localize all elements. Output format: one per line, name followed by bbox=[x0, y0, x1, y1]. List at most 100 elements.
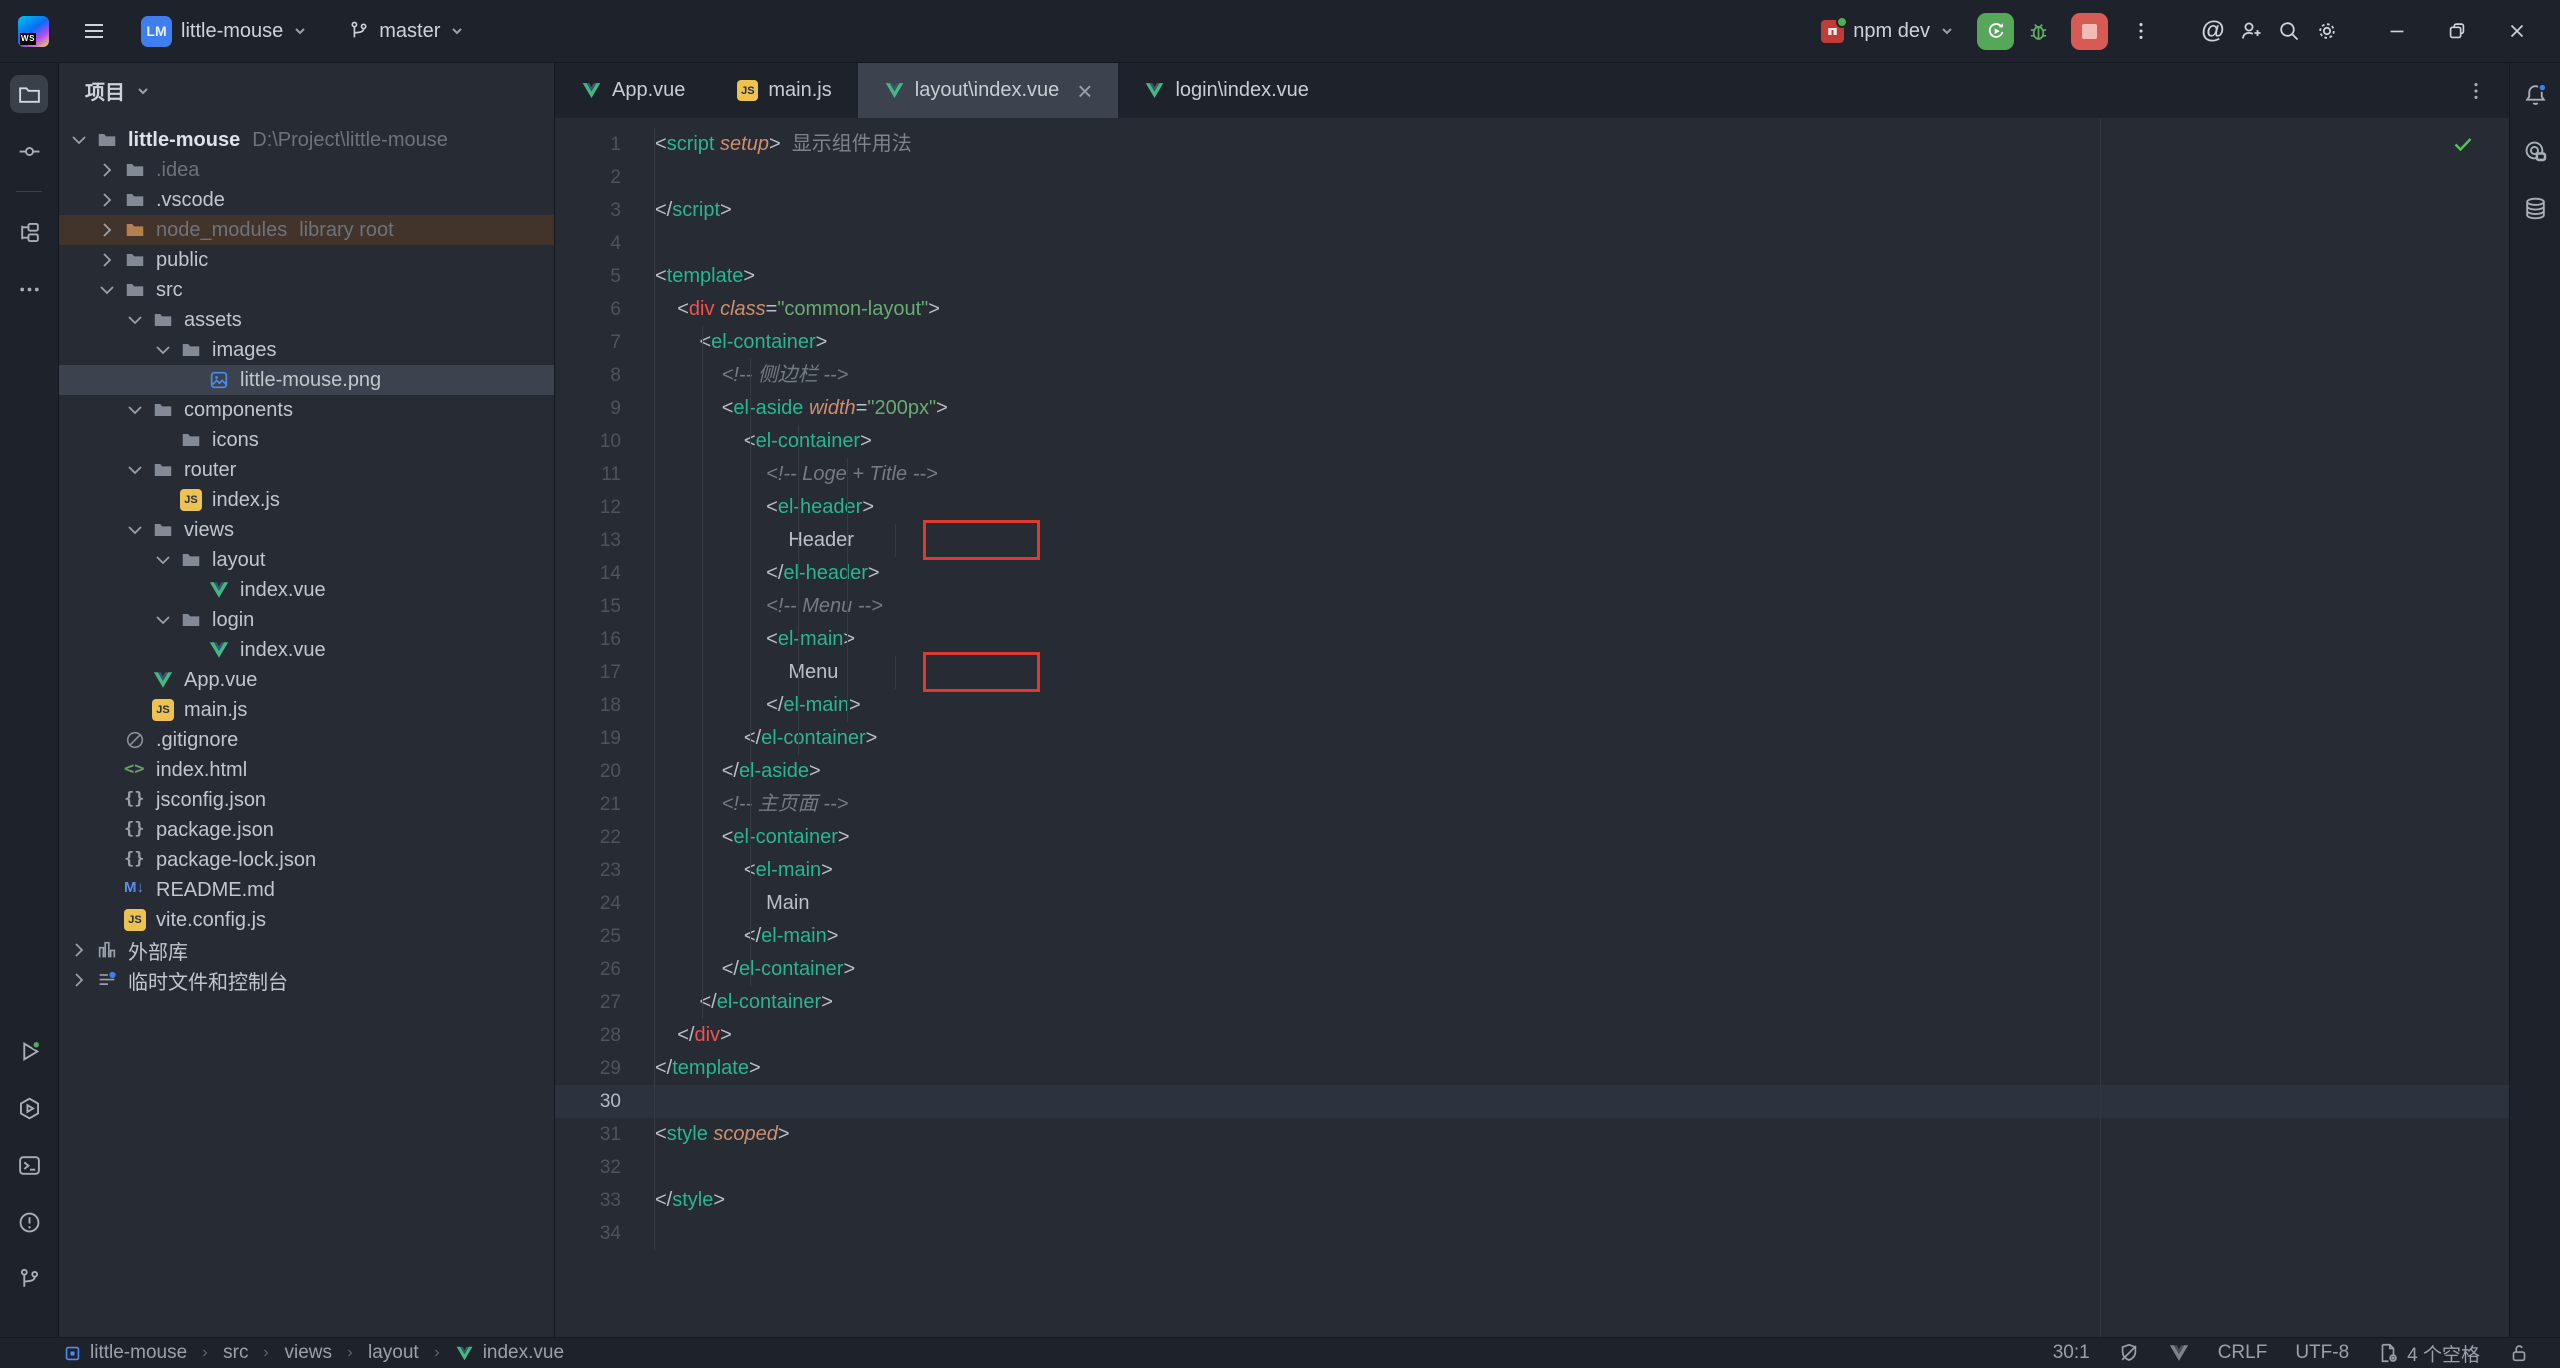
tree-item--[interactable]: 临时文件和控制台 bbox=[59, 965, 554, 995]
close-button[interactable] bbox=[2496, 10, 2538, 52]
ai-assistant-button[interactable]: @ bbox=[2194, 12, 2232, 50]
tree-item-node-modules[interactable]: node_moduleslibrary root bbox=[59, 215, 554, 245]
chevron-right-icon[interactable] bbox=[95, 158, 119, 182]
chevron-down-icon[interactable] bbox=[123, 398, 147, 422]
tree-item-package-json[interactable]: {}package.json bbox=[59, 815, 554, 845]
breadcrumb-item-src[interactable]: src bbox=[223, 1342, 248, 1364]
code-with-me-button[interactable] bbox=[2232, 12, 2270, 50]
tool-run-button[interactable] bbox=[10, 1032, 48, 1070]
tab-app-vue[interactable]: App.vue bbox=[555, 63, 711, 118]
branch-widget[interactable]: master bbox=[340, 14, 473, 49]
tab-login-index-vue[interactable]: login\index.vue bbox=[1118, 63, 1334, 118]
line-number[interactable]: 4 bbox=[555, 227, 655, 260]
minimize-button[interactable] bbox=[2376, 10, 2418, 52]
line-number[interactable]: 19 bbox=[555, 722, 655, 755]
line-number[interactable]: 26 bbox=[555, 953, 655, 986]
line-number[interactable]: 20 bbox=[555, 755, 655, 788]
breadcrumb-item-index-vue[interactable]: index.vue bbox=[455, 1342, 564, 1364]
tree-item-login[interactable]: login bbox=[59, 605, 554, 635]
main-menu-button[interactable] bbox=[75, 12, 113, 50]
line-number[interactable]: 33 bbox=[555, 1184, 655, 1217]
chevron-down-icon[interactable] bbox=[151, 338, 175, 362]
stop-button[interactable] bbox=[2071, 13, 2108, 50]
line-number[interactable]: 28 bbox=[555, 1019, 655, 1052]
chevron-right-icon[interactable] bbox=[67, 938, 91, 962]
status-encoding[interactable]: UTF-8 bbox=[2295, 1342, 2349, 1364]
tree-item-little-mouse[interactable]: little-mouseD:\Project\little-mouse bbox=[59, 125, 554, 155]
line-number[interactable]: 2 bbox=[555, 161, 655, 194]
run-configuration-widget[interactable]: npm dev bbox=[1813, 14, 1963, 49]
debug-button[interactable] bbox=[2020, 13, 2057, 50]
tree-item--[interactable]: 外部库 bbox=[59, 935, 554, 965]
tree-item-icons[interactable]: icons bbox=[59, 425, 554, 455]
line-number[interactable]: 6 bbox=[555, 293, 655, 326]
tree-item-little-mouse-png[interactable]: little-mouse.png bbox=[59, 365, 554, 395]
tool-commit-button[interactable] bbox=[10, 132, 48, 170]
tab-main-js[interactable]: JSmain.js bbox=[711, 63, 857, 118]
tree-item-router[interactable]: router bbox=[59, 455, 554, 485]
status-vue-language-service[interactable] bbox=[2168, 1342, 2190, 1364]
line-number[interactable]: 9 bbox=[555, 392, 655, 425]
chevron-down-icon[interactable] bbox=[123, 518, 147, 542]
line-number[interactable]: 14 bbox=[555, 557, 655, 590]
line-number[interactable]: 12 bbox=[555, 491, 655, 524]
status-readonly-toggle[interactable] bbox=[2508, 1342, 2530, 1364]
tree-item--vscode[interactable]: .vscode bbox=[59, 185, 554, 215]
line-number[interactable]: 23 bbox=[555, 854, 655, 887]
line-number[interactable]: 25 bbox=[555, 920, 655, 953]
tool-database-button[interactable] bbox=[2516, 189, 2554, 227]
rerun-button[interactable] bbox=[1977, 13, 2014, 50]
line-number[interactable]: 11 bbox=[555, 458, 655, 491]
chevron-down-icon[interactable] bbox=[123, 308, 147, 332]
tree-item-src[interactable]: src bbox=[59, 275, 554, 305]
chevron-down-icon[interactable] bbox=[151, 548, 175, 572]
line-number[interactable]: 31 bbox=[555, 1118, 655, 1151]
line-number[interactable]: 27 bbox=[555, 986, 655, 1019]
line-number[interactable]: 22 bbox=[555, 821, 655, 854]
settings-button[interactable] bbox=[2308, 12, 2346, 50]
tool-problems-button[interactable] bbox=[10, 1203, 48, 1241]
breadcrumb-item-little-mouse[interactable]: little-mouse bbox=[62, 1342, 187, 1364]
chevron-down-icon[interactable] bbox=[123, 458, 147, 482]
tree-item--idea[interactable]: .idea bbox=[59, 155, 554, 185]
tool-project-folder-button[interactable] bbox=[10, 75, 48, 113]
tree-item-components[interactable]: components bbox=[59, 395, 554, 425]
tab-options-button[interactable] bbox=[2463, 78, 2489, 104]
tree-item-index-vue[interactable]: index.vue bbox=[59, 575, 554, 605]
search-everywhere-button[interactable] bbox=[2270, 12, 2308, 50]
line-number[interactable]: 17 bbox=[555, 656, 655, 689]
status-caret-position[interactable]: 30:1 bbox=[2053, 1342, 2090, 1364]
chevron-down-icon[interactable] bbox=[67, 128, 91, 152]
tree-item-index-js[interactable]: JSindex.js bbox=[59, 485, 554, 515]
chevron-right-icon[interactable] bbox=[95, 248, 119, 272]
chevron-right-icon[interactable] bbox=[67, 968, 91, 992]
tree-item-main-js[interactable]: JSmain.js bbox=[59, 695, 554, 725]
tab-close-icon[interactable]: × bbox=[1077, 81, 1092, 101]
project-panel-header[interactable]: 项目 bbox=[59, 63, 554, 118]
line-number[interactable]: 15 bbox=[555, 590, 655, 623]
chevron-down-icon[interactable] bbox=[95, 278, 119, 302]
breadcrumb-item-layout[interactable]: layout bbox=[368, 1342, 419, 1364]
line-number[interactable]: 32 bbox=[555, 1151, 655, 1184]
restore-button[interactable] bbox=[2436, 10, 2478, 52]
tree-item-layout[interactable]: layout bbox=[59, 545, 554, 575]
tree-item-public[interactable]: public bbox=[59, 245, 554, 275]
line-number[interactable]: 8 bbox=[555, 359, 655, 392]
line-number[interactable]: 21 bbox=[555, 788, 655, 821]
chevron-right-icon[interactable] bbox=[95, 218, 119, 242]
breadcrumb-item-views[interactable]: views bbox=[284, 1342, 332, 1364]
status-line-separator[interactable]: CRLF bbox=[2218, 1342, 2268, 1364]
tool-notifications-button[interactable] bbox=[2516, 75, 2554, 113]
status-indent[interactable]: 4 个空格 bbox=[2377, 1340, 2480, 1367]
tool-terminal-button[interactable] bbox=[10, 1146, 48, 1184]
chevron-down-icon[interactable] bbox=[151, 608, 175, 632]
tree-item-jsconfig-json[interactable]: {}jsconfig.json bbox=[59, 785, 554, 815]
line-number[interactable]: 34 bbox=[555, 1217, 655, 1250]
tool-ai-assistant-chat-button[interactable] bbox=[2516, 132, 2554, 170]
tree-item-readme-md[interactable]: M↓README.md bbox=[59, 875, 554, 905]
tool-structure-button[interactable] bbox=[10, 213, 48, 251]
line-number[interactable]: 18 bbox=[555, 689, 655, 722]
line-number[interactable]: 30 bbox=[555, 1085, 655, 1118]
tool-more-button[interactable] bbox=[10, 270, 48, 308]
inspection-ok-icon[interactable] bbox=[2451, 132, 2475, 156]
